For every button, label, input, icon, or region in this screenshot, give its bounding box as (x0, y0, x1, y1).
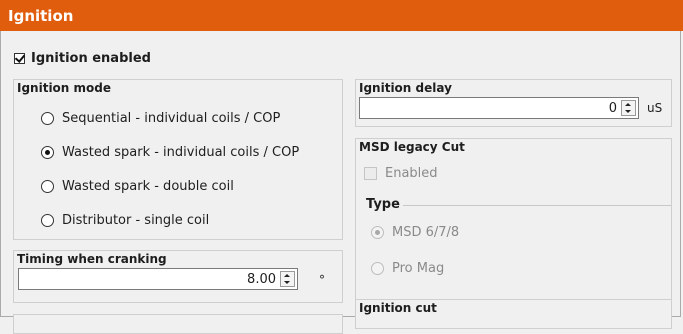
msd-type-option-label: Pro Mag (392, 261, 445, 276)
radio-distributor[interactable] (41, 214, 54, 227)
ignition-enabled-checkbox[interactable] (14, 53, 25, 64)
radio-wasted-spark-double[interactable] (41, 180, 54, 193)
radio-msd678[interactable] (371, 226, 384, 239)
mode-option-wasted-spark-individual[interactable]: Wasted spark - individual coils / COP (41, 145, 299, 160)
ignition-mode-group: Ignition mode Sequential - individual co… (13, 79, 343, 240)
msd-legacy-cut-title: MSD legacy Cut (359, 140, 465, 154)
ignition-panel: Ignition enabled Ignition mode Sequentia… (0, 31, 681, 334)
timing-cranking-spinner[interactable] (280, 271, 295, 287)
mode-option-sequential[interactable]: Sequential - individual coils / COP (41, 111, 280, 126)
radio-sequential[interactable] (41, 112, 54, 125)
msd-legacy-cut-group: MSD legacy Cut Enabled Type MSD 6/7/8 Pr… (355, 138, 672, 315)
timing-cranking-input[interactable]: 8.00 (18, 268, 298, 290)
mode-option-label: Wasted spark - individual coils / COP (62, 145, 300, 160)
page-header: Ignition (0, 0, 683, 31)
ignition-delay-spinner[interactable] (621, 100, 636, 116)
ignition-cut-group: Ignition cut (355, 299, 672, 329)
timing-cranking-group: Timing when cranking 8.00 ° (13, 250, 343, 303)
msd-enabled-label: Enabled (385, 166, 438, 181)
msd-type-label: Type (366, 197, 400, 212)
ignition-mode-title: Ignition mode (17, 81, 112, 95)
msd-type-option-promag[interactable]: Pro Mag (371, 261, 444, 276)
ignition-cut-title: Ignition cut (359, 301, 437, 315)
ignition-delay-group: Ignition delay 0 uS (355, 79, 672, 127)
msd-type-option-label: MSD 6/7/8 (392, 225, 460, 240)
next-group-left (13, 314, 343, 334)
ignition-enabled-label: Ignition enabled (31, 51, 151, 66)
ignition-enabled-checkbox-row[interactable]: Ignition enabled (14, 51, 151, 66)
msd-type-option-msd678[interactable]: MSD 6/7/8 (371, 225, 459, 240)
ignition-delay-input[interactable]: 0 (359, 97, 639, 119)
timing-cranking-value: 8.00 (247, 272, 276, 287)
ignition-delay-unit: uS (647, 101, 663, 115)
ignition-delay-value: 0 (608, 101, 617, 116)
mode-option-label: Distributor - single coil (62, 213, 210, 228)
msd-enabled-checkbox-row[interactable]: Enabled (364, 166, 438, 181)
mode-option-distributor[interactable]: Distributor - single coil (41, 213, 209, 228)
msd-type-divider (403, 205, 671, 206)
radio-promag[interactable] (371, 262, 384, 275)
mode-option-label: Sequential - individual coils / COP (62, 111, 281, 126)
msd-enabled-checkbox[interactable] (364, 167, 377, 180)
timing-cranking-title: Timing when cranking (17, 252, 167, 266)
page-title: Ignition (8, 7, 74, 25)
timing-cranking-unit: ° (319, 273, 325, 287)
ignition-delay-title: Ignition delay (359, 81, 452, 95)
mode-option-label: Wasted spark - double coil (62, 179, 234, 194)
mode-option-wasted-spark-double[interactable]: Wasted spark - double coil (41, 179, 234, 194)
radio-wasted-spark-individual[interactable] (41, 146, 54, 159)
